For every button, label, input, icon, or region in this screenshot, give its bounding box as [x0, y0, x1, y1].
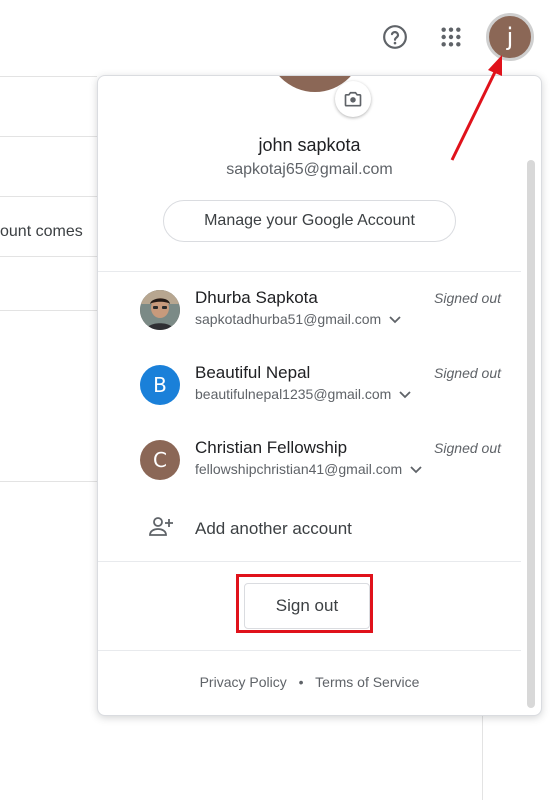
account-letter-avatar: C	[140, 440, 180, 480]
camera-icon	[344, 91, 362, 107]
apps-grid-icon	[441, 27, 461, 47]
bg-divider	[0, 196, 97, 197]
account-name: Christian Fellowship	[195, 438, 348, 457]
bg-divider	[0, 136, 97, 137]
account-photo-avatar	[140, 290, 180, 330]
account-email: beautifulnepal1235@gmail.com	[195, 386, 411, 402]
account-email-text: fellowshipchristian41@gmail.com	[195, 461, 403, 477]
terms-of-service-link[interactable]: Terms of Service	[315, 674, 419, 690]
bg-divider	[0, 481, 97, 482]
account-email: sapkotadhurba51@gmail.com	[195, 311, 401, 327]
bg-divider	[0, 310, 97, 311]
help-circle-icon	[383, 25, 407, 49]
footer-separator: •	[298, 674, 304, 690]
account-email-text: beautifulnepal1235@gmail.com	[195, 386, 392, 402]
help-button[interactable]	[380, 22, 410, 52]
avatar-letter: j	[506, 23, 514, 51]
chevron-down-icon[interactable]	[410, 466, 422, 474]
add-account-label: Add another account	[195, 519, 352, 538]
background-partial-text: ount comes	[0, 223, 83, 240]
person-add-icon	[149, 517, 173, 536]
chevron-down-icon[interactable]	[399, 391, 411, 399]
divider	[98, 650, 521, 651]
account-email: fellowshipchristian41@gmail.com	[195, 461, 422, 477]
bg-vertical-divider	[482, 716, 483, 800]
avatar-letter: C	[153, 448, 167, 472]
account-name: Beautiful Nepal	[195, 363, 311, 382]
account-status: Signed out	[434, 290, 501, 306]
user-email: sapkotaj65@gmail.com	[226, 161, 393, 178]
bg-divider	[0, 76, 97, 77]
avatar-letter: B	[153, 373, 167, 397]
bg-divider	[0, 256, 97, 257]
account-row-christian-fellowship[interactable]: C Christian Fellowship fellowshipchristi…	[98, 438, 521, 500]
account-menu-popup: john sapkota sapkotaj65@gmail.com Manage…	[97, 75, 542, 716]
account-status: Signed out	[434, 365, 501, 381]
account-row-dhurba[interactable]: Dhurba Sapkota sapkotadhurba51@gmail.com…	[98, 288, 521, 350]
change-photo-button[interactable]	[335, 81, 371, 117]
chevron-down-icon[interactable]	[389, 316, 401, 324]
account-email-text: sapkotadhurba51@gmail.com	[195, 311, 382, 327]
highlight-box	[236, 574, 373, 633]
popup-scrollbar[interactable]	[527, 160, 535, 708]
user-name: john sapkota	[258, 135, 361, 155]
account-status: Signed out	[434, 440, 501, 456]
privacy-policy-link[interactable]: Privacy Policy	[200, 674, 287, 690]
account-row-beautiful-nepal[interactable]: B Beautiful Nepal beautifulnepal1235@gma…	[98, 363, 521, 425]
apps-button[interactable]	[436, 22, 466, 52]
manage-account-button[interactable]: Manage your Google Account	[163, 200, 456, 242]
account-name: Dhurba Sapkota	[195, 288, 318, 307]
divider	[98, 271, 521, 272]
account-avatar-button[interactable]: j	[486, 13, 534, 61]
person-photo	[140, 290, 180, 330]
footer-links: Privacy Policy • Terms of Service	[98, 674, 521, 690]
account-letter-avatar: B	[140, 365, 180, 405]
divider	[98, 561, 521, 562]
add-account-button[interactable]: Add another account	[98, 514, 521, 544]
